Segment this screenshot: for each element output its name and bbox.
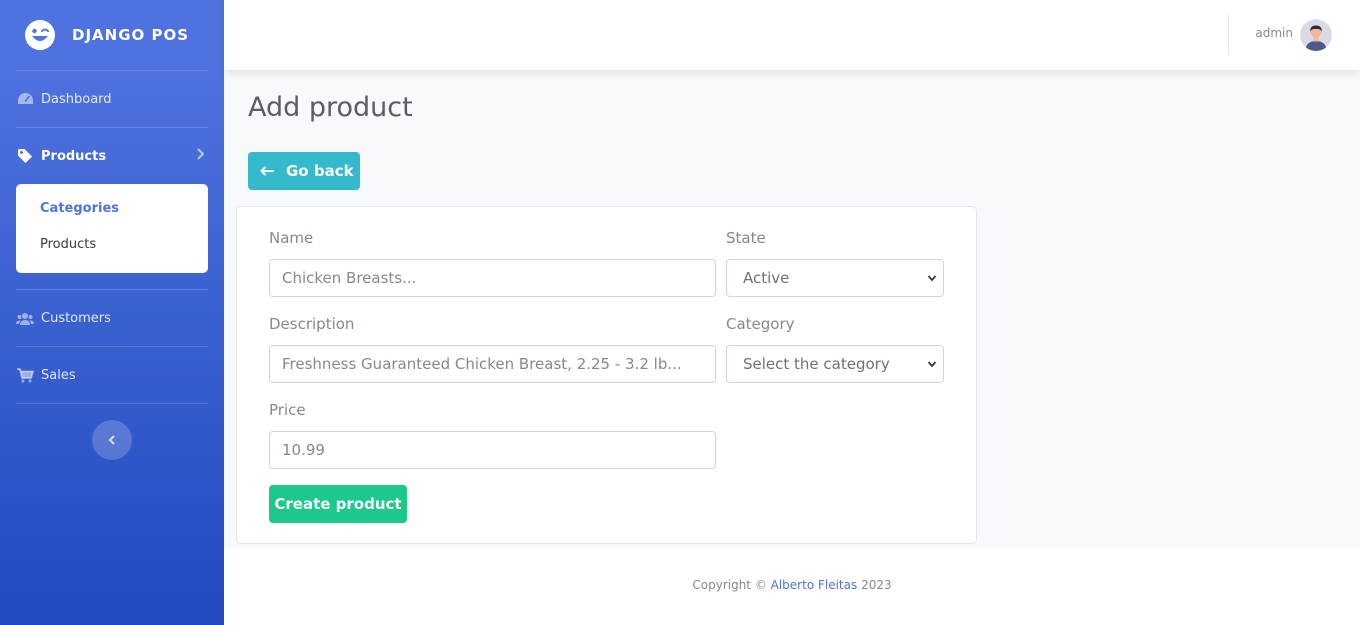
copyright-text: Copyright © Alberto Fleitas 2023 — [224, 578, 1360, 592]
chevron-right-icon — [196, 148, 205, 164]
sidebar-item-customers[interactable]: Customers — [0, 290, 224, 346]
laugh-wink-icon — [25, 20, 55, 50]
sidebar: DJANGO POS Dashboard Products Categories… — [0, 0, 224, 625]
name-input[interactable]: Chicken Breasts... — [269, 259, 716, 297]
chevron-down-icon — [927, 361, 937, 368]
brand-name: DJANGO POS — [72, 26, 190, 44]
tachometer-icon — [16, 91, 34, 107]
tag-icon — [16, 148, 34, 164]
category-label: Category — [726, 315, 795, 333]
name-label: Name — [269, 229, 314, 247]
arrow-left-icon — [260, 166, 274, 176]
price-input[interactable]: 10.99 — [269, 431, 716, 469]
sidebar-toggle-wrap — [0, 404, 224, 460]
category-select-value: Select the category — [743, 355, 890, 373]
description-input[interactable]: Freshness Guaranteed Chicken Breast, 2.2… — [269, 345, 716, 383]
sidebar-item-products[interactable]: Products — [0, 128, 224, 184]
copyright-year: 2023 — [857, 578, 892, 592]
sidebar-item-label: Dashboard — [41, 91, 112, 107]
sidebar-item-label: Sales — [41, 367, 76, 383]
topbar-divider — [1228, 15, 1229, 55]
users-icon — [16, 310, 34, 326]
sidebar-toggle-button[interactable] — [92, 420, 132, 460]
sidebar-item-dashboard[interactable]: Dashboard — [0, 71, 224, 127]
submenu-item-products[interactable]: Products — [16, 228, 208, 264]
description-label: Description — [269, 315, 355, 333]
sidebar-item-sales[interactable]: Sales — [0, 347, 224, 403]
author-link[interactable]: Alberto Fleitas — [771, 578, 858, 592]
brand[interactable]: DJANGO POS — [0, 0, 224, 70]
go-back-label: Go back — [286, 162, 354, 180]
user-name[interactable]: admin — [1255, 26, 1293, 40]
state-select-value: Active — [743, 269, 790, 287]
state-select[interactable]: Active — [726, 259, 944, 297]
copyright-prefix: Copyright © — [692, 578, 771, 592]
add-product-form: Name Chicken Breasts... State Active Des… — [236, 206, 977, 544]
state-label: State — [726, 229, 766, 247]
chevron-left-icon — [108, 435, 115, 445]
create-product-button[interactable]: Create product — [269, 485, 407, 523]
sidebar-item-label: Products — [41, 148, 107, 164]
products-submenu: Categories Products — [16, 184, 208, 273]
footer: Copyright © Alberto Fleitas 2023 — [224, 548, 1360, 625]
avatar[interactable] — [1300, 19, 1332, 51]
chevron-down-icon — [927, 275, 937, 282]
page-title: Add product — [248, 92, 413, 123]
price-label: Price — [269, 401, 306, 419]
topbar: admin — [224, 0, 1360, 70]
submenu-item-categories[interactable]: Categories — [16, 192, 208, 228]
cart-icon — [16, 367, 34, 383]
go-back-button[interactable]: Go back — [248, 152, 360, 190]
sidebar-item-label: Customers — [41, 310, 111, 326]
category-select[interactable]: Select the category — [726, 345, 944, 383]
